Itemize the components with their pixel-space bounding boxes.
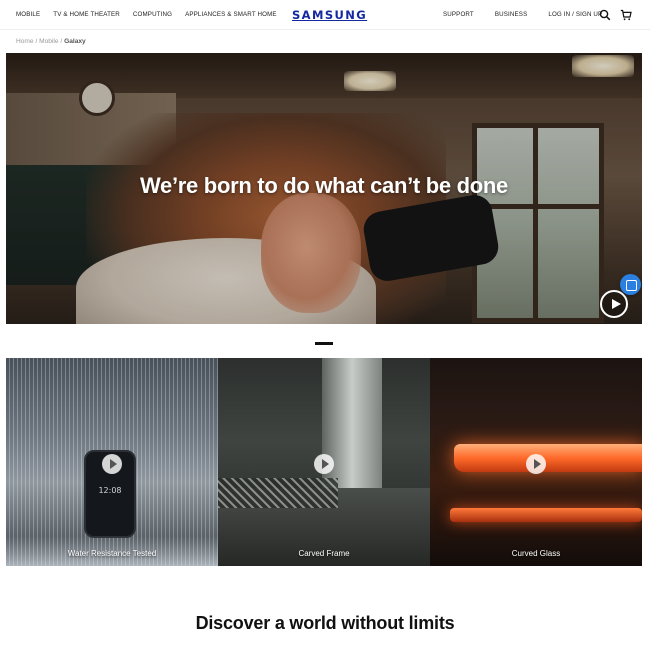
section-heading: Discover a world without limits [195, 613, 455, 633]
breadcrumb-mobile[interactable]: Mobile [39, 38, 58, 45]
tile-carved-frame[interactable]: Carved Frame [218, 358, 430, 566]
tile-label: Curved Glass [511, 549, 561, 558]
tile-label: Carved Frame [298, 549, 350, 558]
tile-glass-glow [450, 508, 642, 522]
breadcrumb-current: Galaxy [64, 38, 86, 45]
hero-headline: We’re born to do what can’t be done [139, 173, 508, 198]
tile-chips [218, 478, 338, 508]
slide-indicator[interactable] [315, 342, 333, 345]
nav-item-appliances[interactable]: APPLIANCES & SMART HOME [185, 11, 277, 18]
tile-label: Water Resistance Tested [67, 549, 157, 558]
primary-nav: MOBILE TV & HOME THEATER COMPUTING APPLI… [16, 11, 277, 18]
global-navigation: MOBILE TV & HOME THEATER COMPUTING APPLI… [0, 0, 650, 30]
play-icon[interactable] [102, 454, 122, 474]
nav-item-computing[interactable]: COMPUTING [133, 11, 172, 18]
play-icon[interactable] [526, 454, 546, 474]
breadcrumb-separator: / [60, 38, 63, 45]
breadcrumb-home[interactable]: Home [16, 38, 34, 45]
breadcrumb: Home / Mobile / Galaxy [16, 38, 86, 45]
play-icon[interactable] [314, 454, 334, 474]
nav-item-mobile[interactable]: MOBILE [16, 11, 40, 18]
nav-item-login-signup[interactable]: LOG IN / SIGN UP [548, 11, 602, 18]
nav-item-tv-home-theater[interactable]: TV & HOME THEATER [53, 11, 120, 18]
cart-icon[interactable] [620, 8, 632, 21]
samsung-logo[interactable]: SAMSUNG [292, 8, 367, 22]
feature-video-tiles: 12:08 Water Resistance Tested Carved Fra… [6, 358, 642, 566]
floating-widget-icon[interactable] [620, 274, 641, 295]
tile-glass-glow [454, 444, 642, 472]
breadcrumb-separator: / [35, 38, 38, 45]
utility-nav: SUPPORT BUSINESS LOG IN / SIGN UP [443, 11, 602, 18]
hero-video[interactable]: We’re born to do what can’t be done [6, 53, 642, 324]
tile-water-resistance[interactable]: 12:08 Water Resistance Tested [6, 358, 218, 566]
phone-clock: 12:08 [98, 486, 122, 495]
tile-curved-glass[interactable]: Curved Glass [430, 358, 642, 566]
search-icon[interactable] [599, 8, 611, 21]
nav-item-business[interactable]: BUSINESS [495, 11, 528, 18]
nav-item-support[interactable]: SUPPORT [443, 11, 474, 18]
play-icon[interactable] [600, 290, 628, 318]
